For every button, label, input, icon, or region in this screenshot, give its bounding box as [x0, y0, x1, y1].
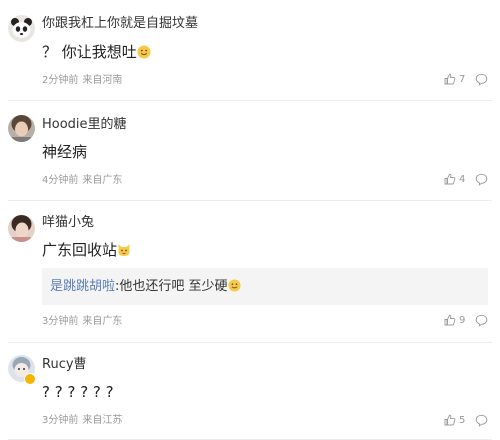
like-count: 9 [459, 314, 466, 326]
comment-username[interactable]: 你跟我杠上你就是自掘坟墓 [42, 16, 198, 32]
like-count: 4 [459, 173, 466, 185]
thumbs-up-icon [444, 414, 456, 426]
reply-comment-icon[interactable] [475, 73, 488, 86]
comment-source: 来自广东 [82, 175, 123, 186]
comment-text: ？ 你让我想吐 [42, 42, 151, 62]
avatar[interactable] [8, 215, 35, 242]
thumbs-up-icon [444, 314, 456, 326]
like-count: 5 [459, 414, 466, 426]
comment-time: 2分钟前 [42, 75, 79, 86]
comment-username[interactable]: Hoodie里的糖 [42, 117, 127, 133]
thumbs-up-icon [444, 73, 456, 85]
comment-source: 来自江苏 [82, 415, 123, 426]
comment-username[interactable]: 咩猫小兔 [42, 215, 94, 231]
reply-comment-icon[interactable] [475, 414, 488, 427]
comment-item: Hoodie里的糖 神经病 4分钟前 来自广东 4 [0, 100, 500, 200]
like-count: 7 [459, 73, 466, 85]
comment-time: 4分钟前 [42, 175, 79, 186]
cat-emoji-icon [118, 244, 130, 256]
comment-username[interactable]: Rucy曹 [42, 357, 87, 373]
comment-meta: 4分钟前 来自广东 [42, 174, 122, 187]
comment-time: 3分钟前 [42, 415, 79, 426]
verified-badge-icon [24, 373, 36, 385]
comment-text: 神经病 [42, 143, 88, 161]
like-button[interactable]: 4 [444, 173, 465, 185]
girl-avatar-icon [8, 215, 35, 242]
comment-source: 来自广东 [82, 316, 123, 327]
comment-text: 广东回收站 [42, 240, 131, 260]
reply-comment-icon[interactable] [475, 314, 488, 327]
reply-text: :他也还行吧 至少硬 [115, 279, 228, 294]
comment-meta: 3分钟前 来自江苏 [42, 414, 122, 427]
avatar[interactable] [8, 115, 35, 142]
avatar[interactable] [8, 15, 35, 42]
like-button[interactable]: 5 [444, 414, 465, 426]
sub-reply: 是跳跳胡啦:他也还行吧 至少硬 [42, 268, 488, 305]
reply-comment-icon[interactable] [475, 173, 488, 186]
comment-text-content: 广东回收站 [42, 241, 118, 259]
thumbs-up-icon [444, 173, 456, 185]
like-button[interactable]: 7 [444, 73, 465, 85]
smile-emoji-icon [227, 279, 241, 292]
comment-item: 你跟我杠上你就是自掘坟墓 ？ 你让我想吐 2分钟前 来自河南 7 [0, 0, 500, 100]
comment-text: ? ? ? ? ? ? [42, 383, 114, 401]
comment-meta: 2分钟前 来自河南 [42, 74, 122, 87]
panda-avatar-icon [8, 15, 35, 42]
comment-item: Rucy曹 ? ? ? ? ? ? 3分钟前 来自江苏 5 [0, 342, 500, 440]
comment-source: 来自河南 [82, 75, 123, 86]
comment-meta: 3分钟前 来自广东 [42, 315, 122, 328]
girl-avatar-icon [8, 115, 35, 142]
comment-item: 咩猫小兔 广东回收站 是跳跳胡啦:他也还行吧 至少硬 3分钟前 来自广东 9 [0, 200, 500, 342]
reply-username[interactable]: 是跳跳胡啦 [50, 279, 115, 294]
like-button[interactable]: 9 [444, 314, 465, 326]
comment-text-content: ？ 你让我想吐 [42, 43, 137, 61]
smile-emoji-icon [137, 45, 151, 59]
comment-time: 3分钟前 [42, 316, 79, 327]
